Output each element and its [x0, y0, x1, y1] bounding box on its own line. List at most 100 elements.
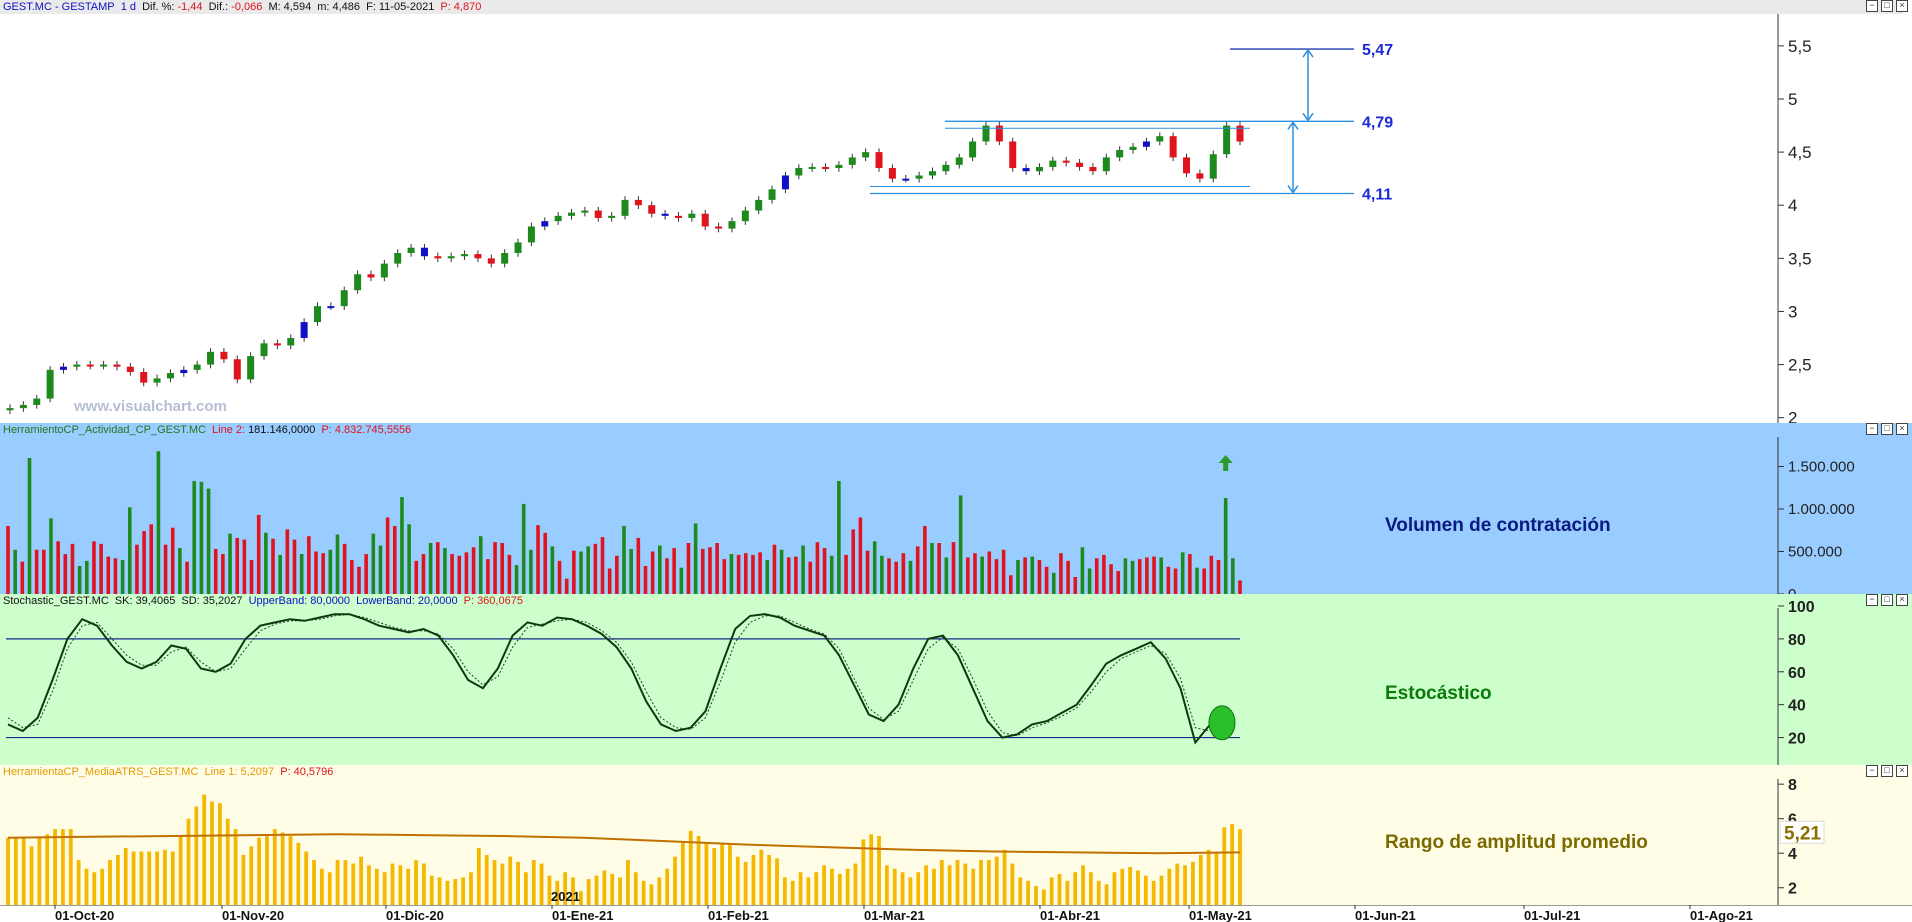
atr-bar — [476, 848, 481, 905]
candle-body — [888, 168, 896, 179]
atr-bar — [986, 860, 991, 905]
minimize-button[interactable]: − — [1866, 765, 1878, 777]
close-button[interactable]: × — [1896, 423, 1908, 435]
volume-bar — [156, 451, 161, 594]
stochastic-sk-line — [7, 613, 1226, 745]
candle-body — [608, 215, 616, 218]
volume-bar — [199, 481, 204, 594]
candle-body — [314, 306, 321, 323]
atr-bar — [963, 863, 968, 905]
atr-bar — [233, 829, 238, 905]
volume-bar — [693, 523, 698, 594]
atr-bar — [1065, 880, 1070, 905]
atr-bar — [610, 873, 615, 905]
atr-bar — [508, 856, 513, 905]
volume-bar — [894, 561, 898, 594]
atr-bar — [759, 849, 764, 905]
stochastic-pane[interactable]: Stochastic_GEST.MC SK: 39,4065 SD: 35,2027… — [0, 594, 1912, 766]
atr-bar — [594, 875, 599, 905]
atr-bar — [1167, 868, 1172, 905]
volume-bar — [622, 526, 626, 594]
maximize-button[interactable]: □ — [1881, 0, 1893, 12]
volume-bar — [1059, 553, 1063, 594]
maximize-button[interactable]: □ — [1881, 594, 1893, 606]
volume-chart[interactable]: 0 500.000 1.000.000 1.500.000 — [0, 423, 1912, 594]
atr-bar — [1057, 873, 1062, 905]
atr-bar — [602, 870, 607, 905]
stochastic-chart[interactable]: 20 40 60 80 100 — [0, 594, 1912, 765]
atr-bar — [249, 846, 254, 905]
volume-bar — [1116, 571, 1121, 594]
minimize-button[interactable]: − — [1866, 0, 1878, 12]
price-label: P: — [440, 1, 451, 13]
atr-bar — [390, 863, 395, 905]
atr-bar — [775, 858, 779, 905]
volume-bar — [135, 544, 139, 594]
volume-bar — [786, 557, 791, 594]
volume-bar — [170, 527, 175, 594]
volume-bar — [1109, 564, 1113, 594]
dif-pct-value: -1,44 — [177, 1, 203, 13]
volume-bar — [708, 547, 712, 594]
atr-bar — [1206, 849, 1211, 905]
atr-bar — [123, 848, 128, 905]
price-pane[interactable]: GEST.MC - GESTAMP 1 d Dif. %: -1,44 Dif.:… — [0, 0, 1912, 424]
price-chart[interactable]: 2 2,5 3 3,5 4 4,5 5 5,5 5,47 4,79 4,11 — [0, 0, 1912, 423]
upperband-label: UpperBand: — [248, 595, 308, 607]
minimize-button[interactable]: − — [1866, 423, 1878, 435]
close-button[interactable]: × — [1896, 594, 1908, 606]
dif-label: Dif.: — [208, 1, 229, 13]
atr-bar — [798, 872, 803, 905]
volume-bar — [106, 556, 111, 594]
atr-bar — [170, 851, 175, 905]
atr-bar — [13, 837, 18, 905]
volume-bar — [221, 554, 225, 594]
volume-bar — [951, 542, 956, 594]
atr-bar — [178, 835, 183, 905]
time-axis-label: 01-May-21 — [1189, 908, 1252, 922]
price-axis-label: 4,5 — [1788, 143, 1812, 162]
dif-value: -0,066 — [231, 1, 263, 13]
volume-bar — [342, 543, 347, 594]
volume-bar — [514, 565, 519, 594]
atr-bar — [939, 860, 944, 905]
volume-bar — [1209, 555, 1214, 594]
sd-label: SD: — [181, 595, 200, 607]
volume-bar — [794, 556, 798, 594]
maximize-button[interactable]: □ — [1881, 423, 1893, 435]
volume-bar — [1008, 575, 1013, 594]
volume-bar — [729, 554, 734, 594]
volume-bar — [1102, 554, 1106, 594]
volume-bar — [715, 543, 719, 594]
price-axis-label: 2 — [1788, 409, 1797, 423]
close-button[interactable]: × — [1896, 765, 1908, 777]
atr-bar — [900, 872, 905, 905]
candle-body — [33, 398, 41, 405]
candle-body — [46, 369, 54, 399]
price-header: GEST.MC - GESTAMP 1 d Dif. %: -1,44 Dif.:… — [0, 0, 1903, 14]
candle-body — [514, 242, 522, 254]
volume-bar — [636, 537, 641, 594]
volume-pane[interactable]: HerramientoCP_Actividad_CP_GEST.MC Line … — [0, 423, 1912, 595]
price-axis-label: 5,5 — [1788, 37, 1812, 56]
year-marker: 2021 — [551, 889, 580, 904]
atr-pane[interactable]: HerramientaCP_MediaATRS_GEST.MC Line 1: 5… — [0, 765, 1912, 906]
volume-bar — [1166, 566, 1171, 594]
atr-bar — [1238, 829, 1242, 905]
candle-body — [768, 189, 776, 200]
volume-bar — [586, 546, 590, 594]
atr-bar — [115, 854, 120, 905]
atr-bar — [484, 854, 489, 905]
minimize-button[interactable]: − — [1866, 594, 1878, 606]
maximize-button[interactable]: □ — [1881, 765, 1893, 777]
date-label: F: — [366, 1, 376, 13]
volume-bar — [235, 537, 240, 594]
atr-bar — [108, 860, 112, 905]
atr-bar — [1136, 870, 1140, 905]
candle-body — [915, 175, 923, 179]
close-button[interactable]: × — [1896, 0, 1908, 12]
volume-bar — [615, 555, 619, 594]
atr-bar — [1112, 872, 1117, 905]
volume-bar — [271, 538, 275, 594]
candle-body — [367, 274, 375, 278]
